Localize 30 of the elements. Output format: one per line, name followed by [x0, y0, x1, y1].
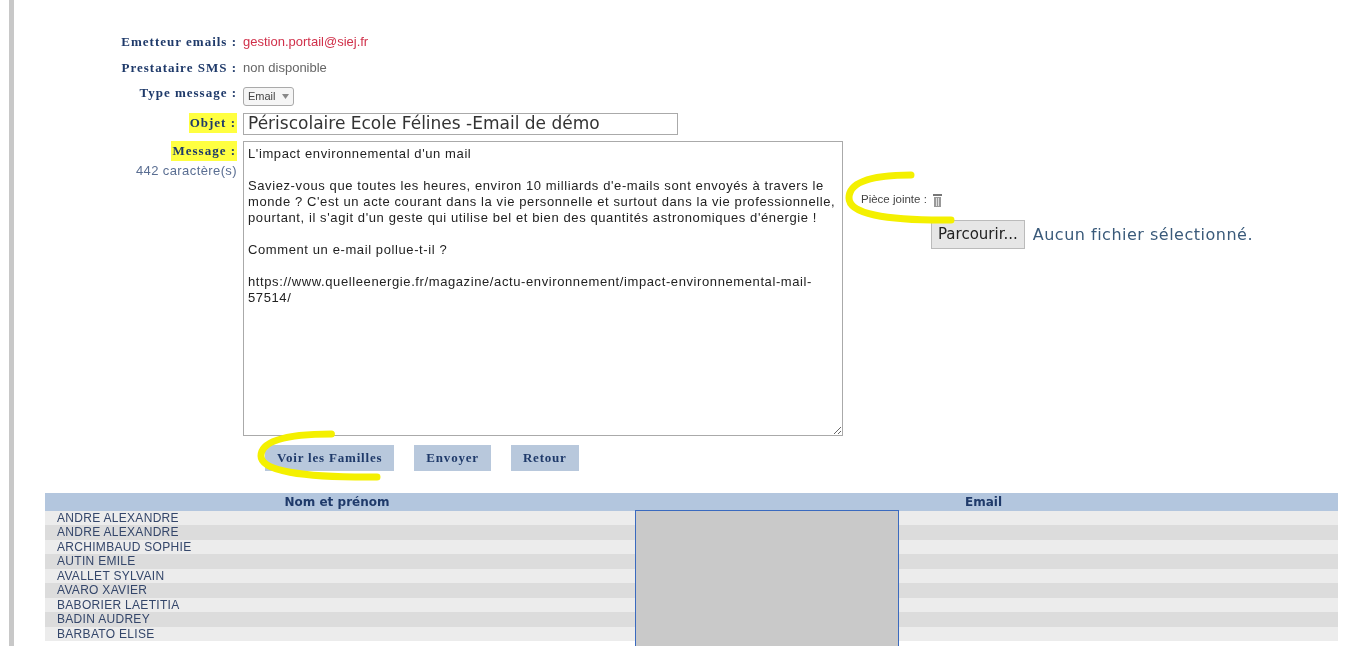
- field-label: Type message :: [139, 84, 237, 102]
- table-cell: AVALLET SYLVAIN: [57, 569, 165, 582]
- browse-button[interactable]: Parcourir...: [931, 220, 1025, 249]
- action-button[interactable]: Voir les Familles: [265, 445, 395, 471]
- table-cell: AVARO XAVIER: [57, 584, 148, 597]
- table-cell: ARCHIMBAUD SOPHIE: [57, 540, 192, 553]
- trash-icon[interactable]: [932, 192, 942, 207]
- sms-provider: non disponible: [243, 58, 328, 77]
- message-type-select[interactable]: Email: [243, 87, 294, 106]
- subject-field[interactable]: Périscolaire Ecole Félines -Email de démo: [243, 113, 678, 135]
- file-status: Aucun fichier sélectionné.: [1032, 223, 1253, 246]
- table-cell: AUTIN EMILE: [57, 555, 136, 568]
- field-label: Emetteur emails :: [121, 33, 237, 51]
- table-cell: ANDRE ALEXANDRE: [57, 526, 179, 539]
- column-header: Email: [964, 493, 1003, 511]
- sender-email: gestion.portail@siej.fr: [243, 33, 370, 51]
- field-label: Prestataire SMS :: [121, 58, 237, 77]
- character-count: 442 caractère(s): [135, 161, 237, 180]
- action-button[interactable]: Retour: [510, 445, 579, 471]
- field-label: Message :: [171, 141, 237, 161]
- caret-icon: [281, 93, 289, 99]
- message-field[interactable]: L'impact environnemental d'un mail Saviez-vous que toutes les heures, environ 10 milliards d'e-mails sont envoyés à travers le monde ? C'est un acte courant dans la vie personnelle et surtout dans la vie professionnelle, pourtant, il s'agit d'un geste qui utilise bel et bien des quantités astronomiques d'énergie ! Comment un e-mail pollue-t-il ? https://www.quelleenergie.fr/magazine/actu-environnement/impact-environnemental-mail-57514/: [243, 141, 843, 436]
- field-label: Objet :: [188, 113, 237, 133]
- table-cell: BARBATO ELISE: [57, 627, 155, 640]
- table-cell: BADIN AUDREY: [57, 613, 150, 626]
- column-header: Nom et prénom: [283, 493, 391, 511]
- table-cell: ANDRE ALEXANDRE: [57, 511, 179, 524]
- table-cell: BABORIER LAETITIA: [57, 598, 180, 611]
- attachment-label: Pièce jointe :: [861, 192, 927, 207]
- action-button[interactable]: Envoyer: [414, 445, 491, 471]
